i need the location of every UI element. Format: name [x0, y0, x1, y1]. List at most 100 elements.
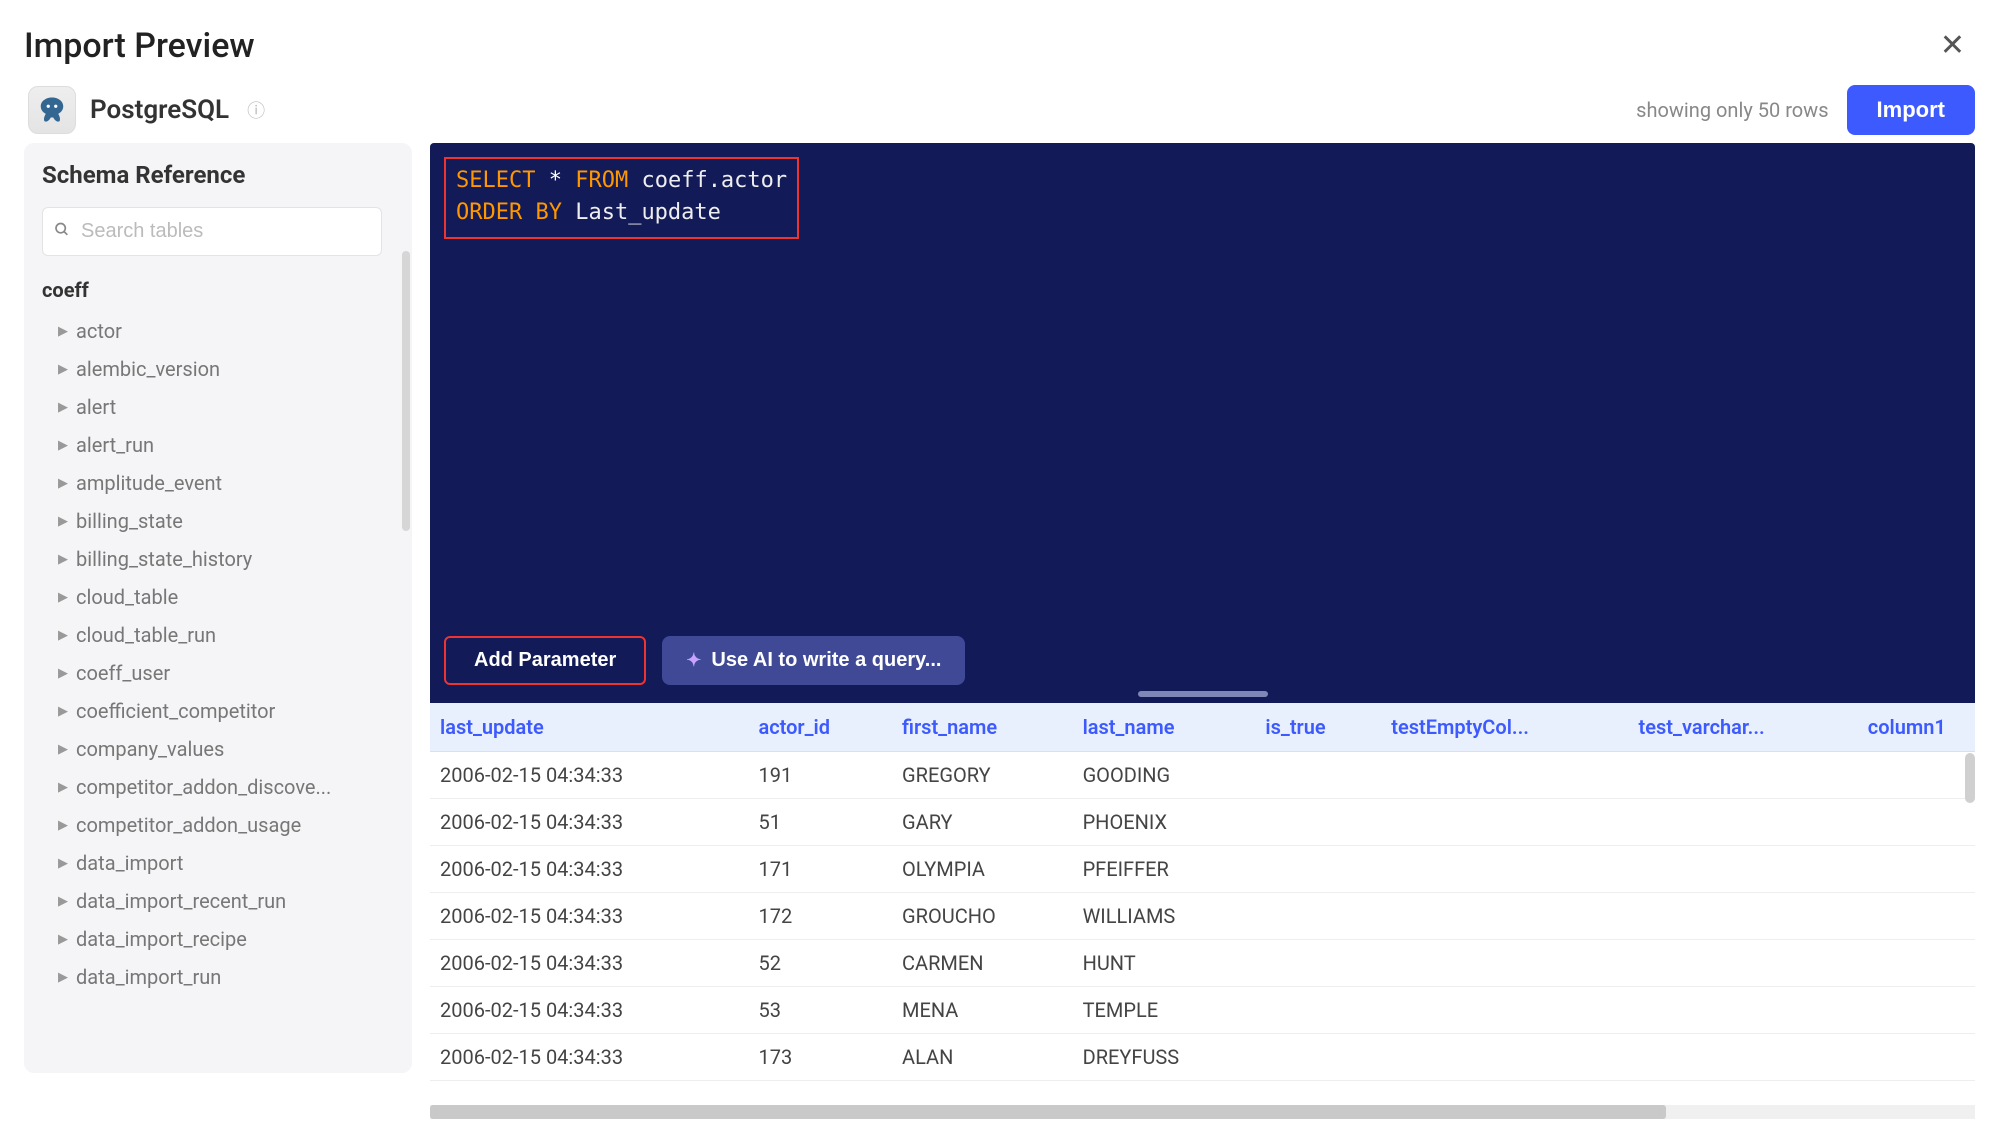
sidebar-table-item[interactable]: ▶data_import [42, 844, 362, 882]
preview-table: last_updateactor_idfirst_namelast_nameis… [430, 703, 1975, 1081]
schema-name[interactable]: coeff [42, 278, 398, 302]
table-cell: 2006-02-15 04:34:33 [430, 799, 748, 846]
search-input[interactable] [42, 207, 382, 256]
sidebar-table-item[interactable]: ▶amplitude_event [42, 464, 362, 502]
info-icon[interactable]: ⓘ [247, 97, 265, 123]
table-cell [1381, 940, 1628, 987]
table-cell [1629, 940, 1858, 987]
add-parameter-button[interactable]: Add Parameter [444, 636, 646, 685]
table-row[interactable]: 2006-02-15 04:34:3352CARMENHUNT [430, 940, 1975, 987]
sidebar-table-item[interactable]: ▶alembic_version [42, 350, 362, 388]
column-header[interactable]: last_name [1073, 703, 1256, 752]
table-label: billing_state [76, 509, 183, 533]
sql-editor[interactable]: SELECT * FROM coeff.actor ORDER BY Last_… [430, 143, 1975, 703]
sidebar-table-item[interactable]: ▶alert [42, 388, 362, 426]
modal-title: Import Preview [24, 26, 255, 66]
table-cell: 52 [748, 940, 892, 987]
table-cell: 53 [748, 987, 892, 1034]
sidebar-table-item[interactable]: ▶coeff_user [42, 654, 362, 692]
schema-list[interactable]: coeff ▶actor▶alembic_version▶alert▶alert… [42, 274, 404, 1055]
column-header[interactable]: actor_id [748, 703, 892, 752]
table-cell: OLYMPIA [892, 846, 1073, 893]
sql-keyword-from: FROM [575, 168, 628, 193]
chevron-right-icon: ▶ [58, 742, 68, 757]
sql-resize-handle[interactable] [1138, 691, 1268, 697]
table-cell: 171 [748, 846, 892, 893]
table-cell: 191 [748, 752, 892, 799]
table-vscroll-thumb[interactable] [1965, 753, 1975, 803]
table-cell [1858, 893, 1975, 940]
table-label: data_import [76, 851, 183, 875]
chevron-right-icon: ▶ [58, 780, 68, 795]
table-row[interactable]: 2006-02-15 04:34:33173ALANDREYFUSS [430, 1034, 1975, 1081]
table-hscroll-track[interactable] [430, 1105, 1975, 1119]
sidebar-scrollbar-thumb[interactable] [402, 251, 410, 531]
sidebar-table-item[interactable]: ▶data_import_recent_run [42, 882, 362, 920]
use-ai-button[interactable]: ✦ Use AI to write a query... [662, 636, 965, 685]
table-row[interactable]: 2006-02-15 04:34:3353MENATEMPLE [430, 987, 1975, 1034]
column-header[interactable]: column1 [1858, 703, 1975, 752]
table-cell [1255, 752, 1381, 799]
chevron-right-icon: ▶ [58, 362, 68, 377]
sidebar-title: Schema Reference [42, 161, 404, 189]
sidebar-table-item[interactable]: ▶ competitor_addon_discove... [42, 768, 362, 806]
column-header[interactable]: is_true [1255, 703, 1381, 752]
sidebar-table-item[interactable]: ▶actor [42, 312, 362, 350]
schema-sidebar: Schema Reference coeff ▶actor▶alembic_ve… [24, 143, 412, 1073]
table-cell [1629, 893, 1858, 940]
table-label: billing_state_history [76, 547, 252, 571]
chevron-right-icon: ▶ [58, 514, 68, 529]
table-cell: DREYFUSS [1073, 1034, 1256, 1081]
table-row[interactable]: 2006-02-15 04:34:33172GROUCHOWILLIAMS [430, 893, 1975, 940]
sidebar-table-item[interactable]: ▶competitor_addon_usage [42, 806, 362, 844]
sidebar-table-item[interactable]: ▶cloud_table [42, 578, 362, 616]
table-cell: 2006-02-15 04:34:33 [430, 1034, 748, 1081]
sql-keyword-select: SELECT [456, 168, 535, 193]
table-cell: GARY [892, 799, 1073, 846]
sql-ident-table: coeff.actor [628, 168, 787, 193]
table-cell: MENA [892, 987, 1073, 1034]
column-header[interactable]: testEmptyCol... [1381, 703, 1628, 752]
chevron-right-icon: ▶ [58, 400, 68, 415]
table-cell: GREGORY [892, 752, 1073, 799]
table-cell [1858, 752, 1975, 799]
table-cell: 2006-02-15 04:34:33 [430, 987, 748, 1034]
table-row[interactable]: 2006-02-15 04:34:3351GARYPHOENIX [430, 799, 1975, 846]
sidebar-table-item[interactable]: ▶ billing_state [42, 502, 362, 540]
chevron-right-icon: ▶ [58, 628, 68, 643]
sidebar-table-item[interactable]: ▶data_import_run [42, 958, 362, 996]
table-cell: WILLIAMS [1073, 893, 1256, 940]
table-cell: CARMEN [892, 940, 1073, 987]
column-header[interactable]: first_name [892, 703, 1073, 752]
sidebar-table-item[interactable]: ▶data_import_recipe [42, 920, 362, 958]
table-cell [1629, 1034, 1858, 1081]
table-hscroll-thumb[interactable] [430, 1105, 1666, 1119]
table-cell: 2006-02-15 04:34:33 [430, 940, 748, 987]
sidebar-table-item[interactable]: ▶company_values [42, 730, 362, 768]
table-cell: GROUCHO [892, 893, 1073, 940]
table-label: competitor_addon_discove... [76, 775, 331, 799]
database-name: PostgreSQL [90, 95, 229, 125]
table-cell: 2006-02-15 04:34:33 [430, 893, 748, 940]
column-header[interactable]: last_update [430, 703, 748, 752]
table-label: data_import_run [76, 965, 221, 989]
table-cell: 172 [748, 893, 892, 940]
close-button[interactable]: ✕ [1930, 24, 1975, 67]
preview-table-wrap[interactable]: last_updateactor_idfirst_namelast_nameis… [430, 703, 1975, 1119]
table-cell [1629, 752, 1858, 799]
table-header-row: last_updateactor_idfirst_namelast_nameis… [430, 703, 1975, 752]
import-button[interactable]: Import [1847, 85, 1975, 135]
table-cell [1381, 799, 1628, 846]
table-cell: 173 [748, 1034, 892, 1081]
chevron-right-icon: ▶ [58, 324, 68, 339]
sidebar-table-item[interactable]: ▶coefficient_competitor [42, 692, 362, 730]
column-header[interactable]: test_varchar... [1629, 703, 1858, 752]
table-cell: ALAN [892, 1034, 1073, 1081]
sidebar-table-item[interactable]: ▶billing_state_history [42, 540, 362, 578]
sidebar-table-item[interactable]: ▶alert_run [42, 426, 362, 464]
table-row[interactable]: 2006-02-15 04:34:33191GREGORYGOODING [430, 752, 1975, 799]
table-cell: PHOENIX [1073, 799, 1256, 846]
table-label: alert_run [76, 433, 154, 457]
table-row[interactable]: 2006-02-15 04:34:33171OLYMPIAPFEIFFER [430, 846, 1975, 893]
sidebar-table-item[interactable]: ▶cloud_table_run [42, 616, 362, 654]
